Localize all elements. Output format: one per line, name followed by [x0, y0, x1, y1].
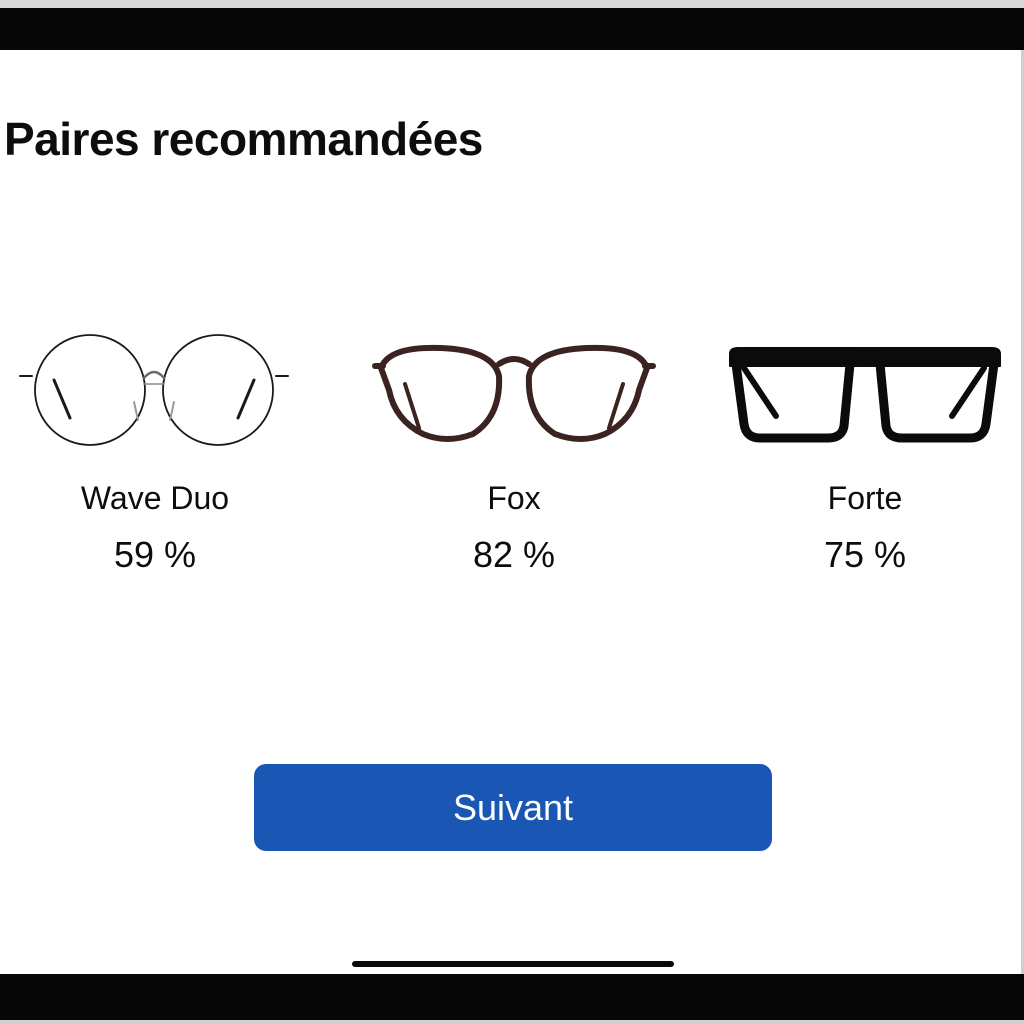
product-card-fox[interactable]: Fox 82 %: [369, 320, 659, 590]
product-name: Fox: [487, 480, 541, 516]
product-card-forte[interactable]: Forte 75 %: [720, 320, 1010, 590]
top-bar: [0, 8, 1024, 50]
bottom-edge: [0, 1020, 1024, 1024]
round-acetate-glasses-icon: [372, 344, 656, 442]
square-thick-glasses-icon: [729, 347, 1001, 443]
home-indicator[interactable]: [352, 961, 674, 967]
bottom-bar: [0, 974, 1024, 1020]
page-title: Paires recommandées: [4, 113, 483, 165]
product-card-wave-duo[interactable]: Wave Duo 59 %: [10, 320, 300, 590]
product-list: Wave Duo 59 % Fox 82 % Forte 75 %: [0, 320, 1024, 600]
product-match-score: 75 %: [823, 534, 907, 575]
product-match-score: 59 %: [113, 534, 197, 575]
product-match-score: 82 %: [472, 534, 556, 575]
round-wire-glasses-icon: [19, 334, 289, 446]
product-name: Wave Duo: [80, 480, 230, 516]
next-button[interactable]: Suivant: [254, 764, 772, 851]
top-edge: [0, 0, 1024, 8]
product-name: Forte: [827, 480, 903, 516]
